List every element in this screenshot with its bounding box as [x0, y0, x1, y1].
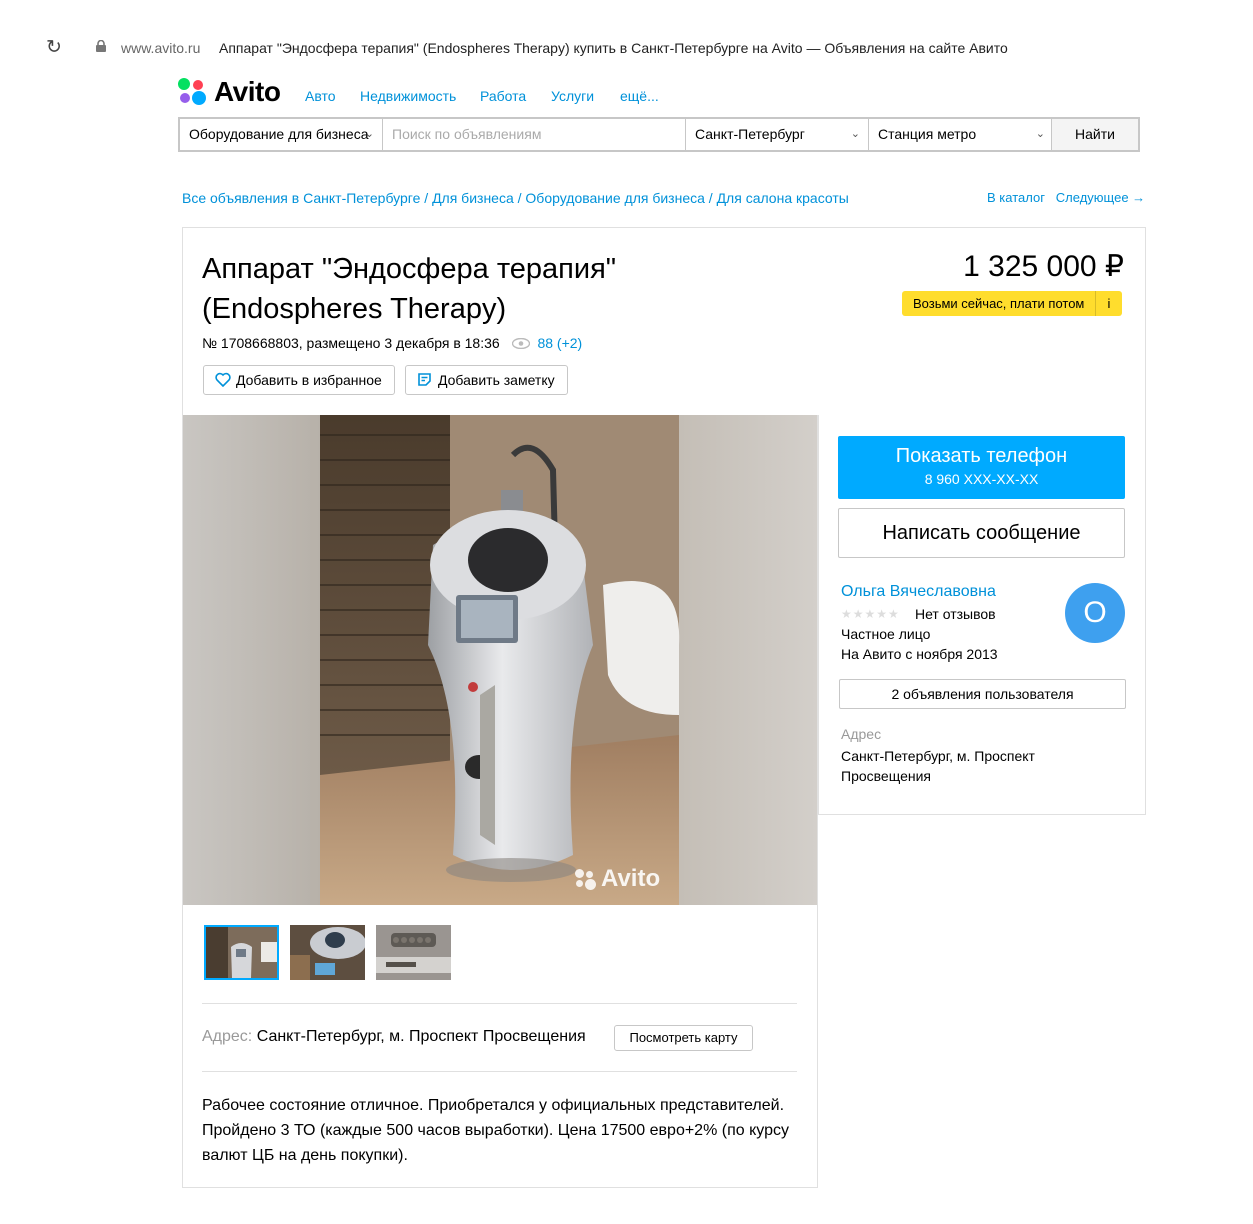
listing-title: Аппарат "Эндосфера терапия" (Endospheres… [202, 253, 617, 325]
nav-jobs[interactable]: Работа [480, 88, 526, 104]
thumbnail-2[interactable] [290, 925, 365, 980]
sidebar-address-label: Адрес [841, 726, 882, 742]
show-phone-label: Показать телефон [895, 445, 1068, 467]
show-map-button[interactable]: Посмотреть карту [614, 1025, 753, 1051]
breadcrumb-item[interactable]: Все объявления в Санкт-Петербурге [182, 190, 420, 206]
browser-address-bar[interactable]: ↻ www.avito.ru Аппарат "Эндосфера терапи… [32, 32, 1198, 68]
nav-services[interactable]: Услуги [551, 88, 594, 104]
thumbnail-image [206, 927, 277, 978]
search-input[interactable]: Поиск по объявлениям [383, 119, 686, 150]
watermark-dot [586, 871, 593, 878]
note-icon [418, 373, 431, 386]
eye-icon [511, 337, 530, 350]
listing-price: 1 325 000 ₽ [963, 250, 1124, 283]
url-domain: www.avito.ru [121, 40, 201, 56]
chevron-down-icon: ⌄ [850, 128, 860, 140]
reload-icon[interactable]: ↻ [46, 38, 66, 58]
listing-meta: № 1708668803, размещено 3 декабря в 18:3… [202, 335, 582, 351]
avatar[interactable]: О [1065, 583, 1125, 643]
watermark-text: Avito [601, 865, 661, 892]
next-link[interactable]: Следующее → [1056, 190, 1145, 205]
city-select-value: Санкт-Петербург [695, 126, 805, 142]
seller-type: Частное лицо [841, 626, 931, 642]
address-value: Санкт-Петербург, м. Проспект Просвещения [256, 1028, 586, 1045]
watermark-dot [576, 880, 583, 887]
info-icon[interactable]: i [1095, 291, 1122, 316]
url-page-title: Аппарат "Эндосфера терапия" (Endospheres… [219, 40, 1008, 56]
bnpl-badge[interactable]: Возьми сейчас, плати потом i [902, 291, 1122, 316]
nav-more[interactable]: ещё... [620, 88, 659, 104]
listing-number-date: № 1708668803, размещено 3 декабря в 18:3… [202, 335, 500, 351]
city-select[interactable]: Санкт-Петербург ⌄ [686, 119, 869, 150]
user-ads-button[interactable]: 2 объявления пользователя [839, 679, 1126, 709]
search-input-placeholder: Поиск по объявлениям [392, 126, 542, 142]
watermark-dot [585, 879, 596, 890]
thumbnail-3[interactable] [376, 925, 451, 980]
views-count[interactable]: 88 (+2) [537, 335, 582, 351]
add-note-button[interactable]: Добавить заметку [405, 365, 568, 395]
thumbnail-image [376, 925, 451, 980]
heart-icon [215, 372, 231, 387]
logo-dot-purple [180, 93, 190, 103]
thumbnail-image [290, 925, 365, 980]
main-photo-image [183, 415, 817, 905]
logo-dot-blue [192, 91, 206, 105]
breadcrumb-actions: В каталог Следующее → [987, 190, 1145, 205]
listing-address: Адрес: Санкт-Петербург, м. Проспект Прос… [202, 1028, 586, 1046]
chevron-down-icon: ⌄ [1035, 128, 1045, 140]
add-favorite-label: Добавить в избранное [236, 372, 382, 388]
thumbnail-1[interactable] [204, 925, 279, 980]
listing-description: Рабочее состояние отличное. Приобретался… [202, 1097, 789, 1164]
reviews-count: Нет отзывов [915, 606, 996, 622]
logo-wordmark: Avito [214, 76, 281, 107]
metro-select-value: Станция метро [878, 126, 977, 142]
rating-stars: ★★★★★ [841, 607, 900, 621]
phone-number: 8 960 XXX-XX-XX [924, 471, 1039, 487]
logo-dot-red [193, 80, 203, 90]
add-favorite-button[interactable]: Добавить в избранное [203, 365, 395, 395]
seller-since: На Авито с ноября 2013 [841, 646, 998, 662]
chevron-down-icon: ⌄ [364, 128, 374, 140]
nav-realty[interactable]: Недвижимость [360, 88, 456, 104]
divider [202, 1003, 797, 1004]
logo-dot-green [178, 78, 190, 90]
breadcrumb-item[interactable]: Для бизнеса [432, 190, 514, 206]
watermark: Avito [575, 865, 675, 895]
breadcrumb-item[interactable]: Для салона красоты [717, 190, 849, 206]
divider [202, 1071, 797, 1072]
catalog-link[interactable]: В каталог [987, 190, 1045, 205]
sidebar-address: Санкт-Петербург, м. Проспект Просвещения [841, 748, 1035, 784]
lock-icon [96, 40, 106, 52]
address-label: Адрес: [202, 1028, 253, 1045]
search-button[interactable]: Найти [1051, 119, 1138, 150]
avito-logo[interactable]: Avito [178, 76, 288, 108]
category-select[interactable]: Оборудование для бизнеса ⌄ [180, 119, 383, 150]
seller-name[interactable]: Ольга Вячеславовна [841, 583, 996, 601]
metro-select[interactable]: Станция метро ⌄ [869, 119, 1054, 150]
bnpl-badge-label: Возьми сейчас, плати потом [913, 296, 1085, 311]
show-phone-button[interactable]: Показать телефон 8 960 XXX-XX-XX [838, 436, 1125, 499]
nav-auto[interactable]: Авто [305, 88, 336, 104]
main-photo[interactable]: Avito [183, 415, 817, 905]
add-note-label: Добавить заметку [438, 372, 555, 388]
breadcrumb-item[interactable]: Оборудование для бизнеса [525, 190, 704, 206]
watermark-dot [575, 869, 584, 878]
category-select-value: Оборудование для бизнеса [189, 126, 369, 142]
search-bar: Оборудование для бизнеса ⌄ Поиск по объя… [178, 117, 1140, 152]
write-message-button[interactable]: Написать сообщение [838, 508, 1125, 558]
breadcrumb: Все объявления в Санкт-Петербурге / Для … [182, 190, 849, 206]
